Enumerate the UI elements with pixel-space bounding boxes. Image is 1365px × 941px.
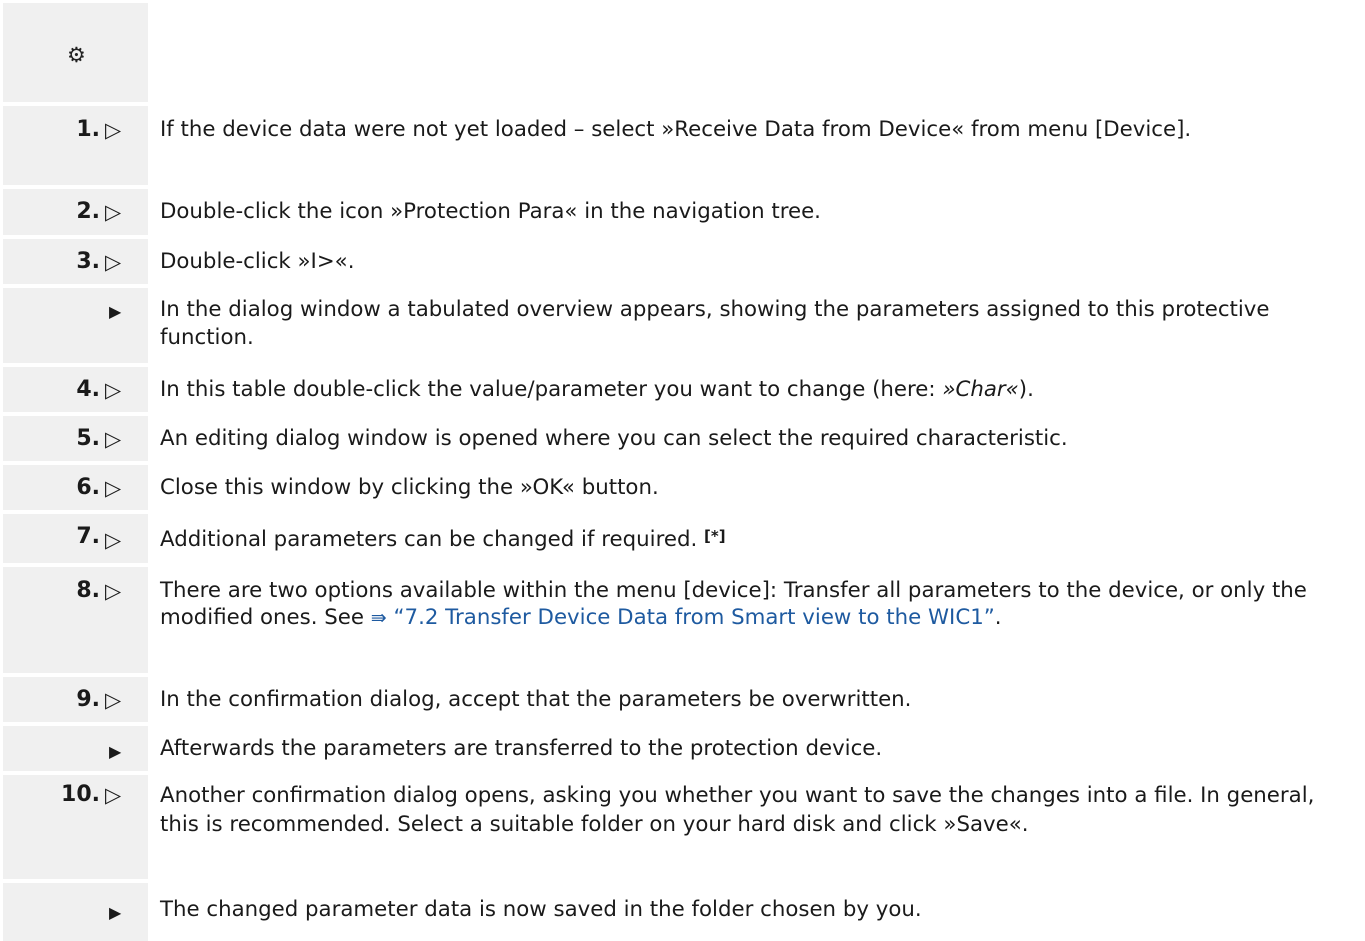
result-row: ▶ The changed parameter data is now save… xyxy=(0,883,1365,941)
step-marker-icon: ▷ xyxy=(105,579,122,603)
step-marker-icon: ▷ xyxy=(105,427,122,451)
step-row: 9. ▷ In the confirmation dialog, accept … xyxy=(0,677,1365,722)
step-number: 7. xyxy=(76,524,100,549)
step-row: 10. ▷ Another confirmation dialog opens,… xyxy=(0,775,1365,879)
step-text: Double-click the icon »Protection Para« … xyxy=(160,199,821,224)
step-number: 3. xyxy=(76,249,100,274)
step-text: An editing dialog window is opened where… xyxy=(160,426,1068,451)
cross-reference-link[interactable]: “7.2 Transfer Device Data from Smart vie… xyxy=(393,605,994,630)
step-number: 10. xyxy=(61,782,100,807)
step-number: 9. xyxy=(76,687,100,712)
result-marker-icon: ▶ xyxy=(109,742,122,761)
step-gutter xyxy=(3,726,148,771)
step-gutter xyxy=(3,883,148,941)
result-row: ▶ In the dialog window a tabulated overv… xyxy=(0,288,1365,363)
step-number: 4. xyxy=(76,377,100,402)
result-marker-icon: ▶ xyxy=(109,302,122,321)
step-row: 7. ▷ Additional parameters can be change… xyxy=(0,514,1365,563)
footnote-marker: [*] xyxy=(704,527,726,545)
parameter-name: »Char« xyxy=(942,377,1019,402)
step-number: 5. xyxy=(76,426,100,451)
step-text: Another confirmation dialog opens, askin… xyxy=(160,783,1315,837)
step-row: 8. ▷ There are two options available wit… xyxy=(0,567,1365,673)
step-marker-icon: ▷ xyxy=(105,250,122,274)
step-number: 2. xyxy=(76,199,100,224)
step-marker-icon: ▷ xyxy=(105,528,122,552)
step-text: Additional parameters can be changed if … xyxy=(160,527,726,552)
step-row: 3. ▷ Double-click »I>«. xyxy=(0,239,1365,284)
result-text: The changed parameter data is now saved … xyxy=(160,897,922,922)
result-text: Afterwards the parameters are transferre… xyxy=(160,736,883,761)
step-row: 2. ▷ Double-click the icon »Protection P… xyxy=(0,189,1365,235)
step-row: 6. ▷ Close this window by clicking the »… xyxy=(0,465,1365,510)
step-row: 5. ▷ An editing dialog window is opened … xyxy=(0,416,1365,461)
step-row: 1. ▷ If the device data were not yet loa… xyxy=(0,106,1365,185)
step-text: Close this window by clicking the »OK« b… xyxy=(160,475,659,500)
step-marker-icon: ▷ xyxy=(105,476,122,500)
step-marker-icon: ▷ xyxy=(105,783,122,807)
step-marker-icon: ▷ xyxy=(105,118,122,142)
step-text: In this table double-click the value/par… xyxy=(160,377,1034,402)
result-row: ▶ Afterwards the parameters are transfer… xyxy=(0,726,1365,771)
result-text: In the dialog window a tabulated overvie… xyxy=(160,297,1270,350)
result-marker-icon: ▶ xyxy=(109,903,122,922)
step-marker-icon: ▷ xyxy=(105,200,122,224)
step-marker-icon: ▷ xyxy=(105,688,122,712)
step-number: 6. xyxy=(76,475,100,500)
step-text: Double-click »I>«. xyxy=(160,249,355,274)
step-text: If the device data were not yet loaded –… xyxy=(160,117,1192,142)
gear-icon: ⚙ xyxy=(67,43,86,67)
step-text: There are two options available within t… xyxy=(160,578,1307,630)
cross-reference-arrow-icon: ⇛ xyxy=(370,607,387,629)
step-number: 1. xyxy=(76,117,100,142)
step-gutter xyxy=(3,288,148,363)
step-text: In the confirmation dialog, accept that … xyxy=(160,687,912,712)
step-number: 8. xyxy=(76,578,100,603)
step-marker-icon: ▷ xyxy=(105,378,122,402)
step-row: 4. ▷ In this table double-click the valu… xyxy=(0,367,1365,412)
